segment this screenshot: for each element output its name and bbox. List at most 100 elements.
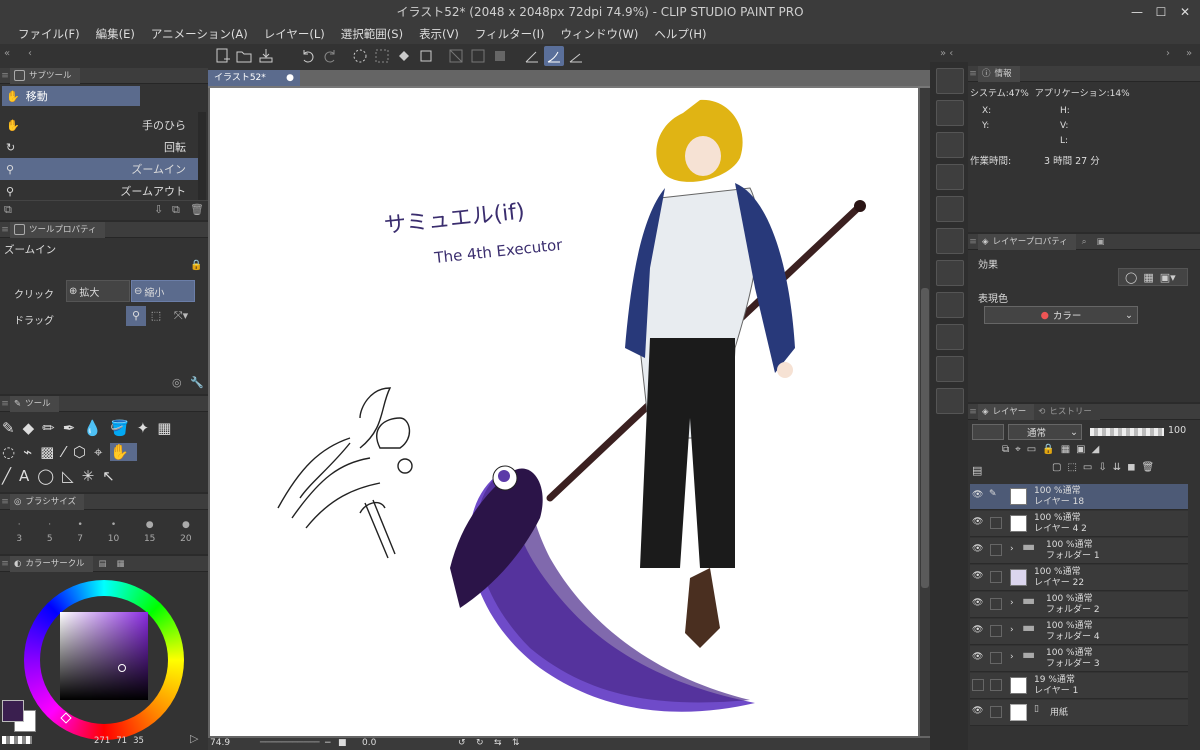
wrench-icon[interactable]: 🔧 <box>190 376 204 389</box>
eye-icon[interactable]: 👁 <box>972 544 986 558</box>
subtool-group-move[interactable]: ✋ 移動 <box>2 86 140 106</box>
zoom-readout[interactable]: 74.9 <box>210 738 230 748</box>
new-raster-layer-icon[interactable]: ▢ <box>1052 462 1061 473</box>
correction-icon[interactable]: ↖ <box>102 467 123 485</box>
expand-right-icon[interactable]: › <box>1166 48 1170 59</box>
alpha-lock-icon[interactable]: ▦ <box>1061 444 1070 455</box>
transparent-color-swatch[interactable] <box>2 736 32 744</box>
layer-image-tab-icon[interactable]: ▣ <box>1097 237 1105 247</box>
brush-icon[interactable]: ✒ <box>63 419 84 437</box>
subtool-item-zoom-out[interactable]: ⚲ ズームアウト <box>0 180 198 202</box>
tab-tool-property[interactable]: ツールプロパティ <box>10 221 105 238</box>
copy-icon[interactable]: ⧉ <box>172 203 180 217</box>
3d-icon[interactable]: ⬡ <box>73 443 94 461</box>
zoom-out-button[interactable]: − <box>324 738 332 748</box>
grip-icon[interactable]: ≡ <box>968 237 978 247</box>
layer-row[interactable]: 👁 › ▬ 100 %通常 フォルダー 4 <box>970 619 1188 645</box>
grip-icon[interactable]: ≡ <box>0 71 10 81</box>
effect-line-icon[interactable]: ✳ <box>82 467 103 485</box>
drag-zoom-icon[interactable]: ⚲ <box>126 306 146 326</box>
undo-icon[interactable] <box>298 46 318 66</box>
visibility-off-box[interactable] <box>972 679 984 691</box>
layer-row[interactable]: 👁 › ▬ 100 %通常 フォルダー 2 <box>970 592 1188 618</box>
text-icon[interactable]: A <box>19 467 37 485</box>
pose-material-icon[interactable] <box>936 388 964 414</box>
brush-size-option[interactable]: • 7 <box>77 520 83 544</box>
tab-layer-property[interactable]: ◈ レイヤープロパティ <box>978 233 1076 250</box>
zoom-out-option[interactable]: ⊖ 縮小 <box>131 280 195 302</box>
drag-mode-dropdown[interactable]: ⤧▾ <box>166 306 196 326</box>
fill-icon[interactable] <box>394 46 414 66</box>
pattern-icon[interactable] <box>936 196 964 222</box>
vertical-scrollbar[interactable] <box>920 88 930 736</box>
material-x-icon[interactable] <box>936 164 964 190</box>
trash-icon[interactable]: 🗑 <box>190 203 204 216</box>
close-icon[interactable]: ✕ <box>1174 0 1196 24</box>
deselect-icon[interactable] <box>446 46 466 66</box>
eye-icon[interactable]: 👁 <box>972 652 986 666</box>
color-picker-cursor[interactable] <box>118 664 126 672</box>
tab-subtool[interactable]: サブツール <box>10 67 80 84</box>
frame-material-icon[interactable] <box>936 292 964 318</box>
opacity-value[interactable]: 100 <box>1168 425 1186 436</box>
tab-layer[interactable]: ◈ レイヤー <box>978 403 1035 420</box>
pencil-icon[interactable]: ✏ <box>42 419 63 437</box>
brush-size-option[interactable]: ● 20 <box>180 520 191 544</box>
grip-icon[interactable]: ≡ <box>968 69 978 79</box>
new-vector-layer-icon[interactable]: ⬚ <box>1067 462 1076 473</box>
tone-effect-icon[interactable]: ▦ <box>1143 271 1153 284</box>
subtool-settings-icon[interactable]: ⧉ <box>4 203 12 217</box>
clear-outside-icon[interactable] <box>372 46 392 66</box>
menu-animation[interactable]: アニメーション(A) <box>143 24 256 44</box>
collapse-all-icon[interactable]: » <box>1186 48 1192 59</box>
chevron-left-icon[interactable]: ‹ <box>28 48 32 59</box>
minimize-icon[interactable]: — <box>1126 0 1148 24</box>
sub-view-icon[interactable] <box>936 100 964 126</box>
layer-row[interactable]: 👁 › ▬ 100 %通常 フォルダー 3 <box>970 646 1188 672</box>
menu-edit[interactable]: 編集(E) <box>88 24 143 44</box>
tab-history[interactable]: ⟲ ヒストリー <box>1034 403 1100 420</box>
magic-wand-icon[interactable]: ⌁ <box>23 443 40 461</box>
blend-icon[interactable]: 💧 <box>83 419 110 437</box>
subtool-item-rotate[interactable]: ↻ 回転 <box>0 136 198 158</box>
angle-readout[interactable]: 0.0 <box>362 738 376 748</box>
menu-layer[interactable]: レイヤー(L) <box>256 24 333 44</box>
grip-icon[interactable]: ≡ <box>0 225 10 235</box>
effect-buttons[interactable]: ◯ ▦ ▣▾ <box>1118 268 1188 286</box>
grid-snap-icon[interactable] <box>566 46 586 66</box>
rotate-left-icon[interactable]: ↺ <box>458 738 466 748</box>
chevron-right-icon[interactable]: › <box>1010 625 1014 636</box>
expression-color-dropdown[interactable]: ● カラー ⌄ <box>984 306 1138 324</box>
transform-icon[interactable] <box>416 46 436 66</box>
hand-tool-icon[interactable]: ✋ <box>110 443 138 461</box>
opacity-slider[interactable] <box>1090 428 1164 436</box>
balloon-icon[interactable]: ◯ <box>37 467 62 485</box>
grid-material-icon[interactable] <box>936 260 964 286</box>
lasso-icon[interactable]: ◌ <box>2 443 23 461</box>
layer-row[interactable]: 19 %通常 レイヤー 1 <box>970 673 1188 699</box>
eye-icon[interactable]: 👁 <box>972 706 986 720</box>
brush-size-option[interactable]: · 5 <box>47 520 53 544</box>
open-file-icon[interactable] <box>234 46 254 66</box>
lock-icon[interactable]: 🔒 <box>190 260 202 271</box>
layer-checkbox[interactable] <box>990 544 1002 556</box>
layer-checkbox[interactable] <box>990 679 1002 691</box>
eye-icon[interactable]: 👁 <box>972 490 986 504</box>
grip-icon[interactable]: ≡ <box>0 497 10 507</box>
image-material-icon[interactable] <box>936 228 964 254</box>
layer-color-dropdown[interactable] <box>972 424 1004 440</box>
layer-checkbox[interactable] <box>990 517 1002 529</box>
ruler-icon[interactable]: ◢ <box>1092 444 1100 455</box>
subtool-item-zoom-in[interactable]: ⚲ ズームイン <box>0 158 198 180</box>
material-icon[interactable] <box>936 132 964 158</box>
brush-size-option[interactable]: • 10 <box>108 520 119 544</box>
brush-size-option[interactable]: · 3 <box>16 520 22 544</box>
tab-brush-size[interactable]: ◎ ブラシサイズ <box>10 493 84 510</box>
zoom-slider[interactable]: ─────────── <box>260 738 320 748</box>
collapse-left-icon[interactable]: « <box>4 48 10 59</box>
fit-icon[interactable]: ■ <box>338 738 347 748</box>
layer-list-icon[interactable]: ▤ <box>972 464 982 477</box>
layer-row[interactable]: 👁 100 %通常 レイヤー 22 <box>970 565 1188 591</box>
sparkle-icon[interactable]: ✦ <box>137 419 158 437</box>
flip-vertical-icon[interactable]: ⇅ <box>512 738 520 748</box>
